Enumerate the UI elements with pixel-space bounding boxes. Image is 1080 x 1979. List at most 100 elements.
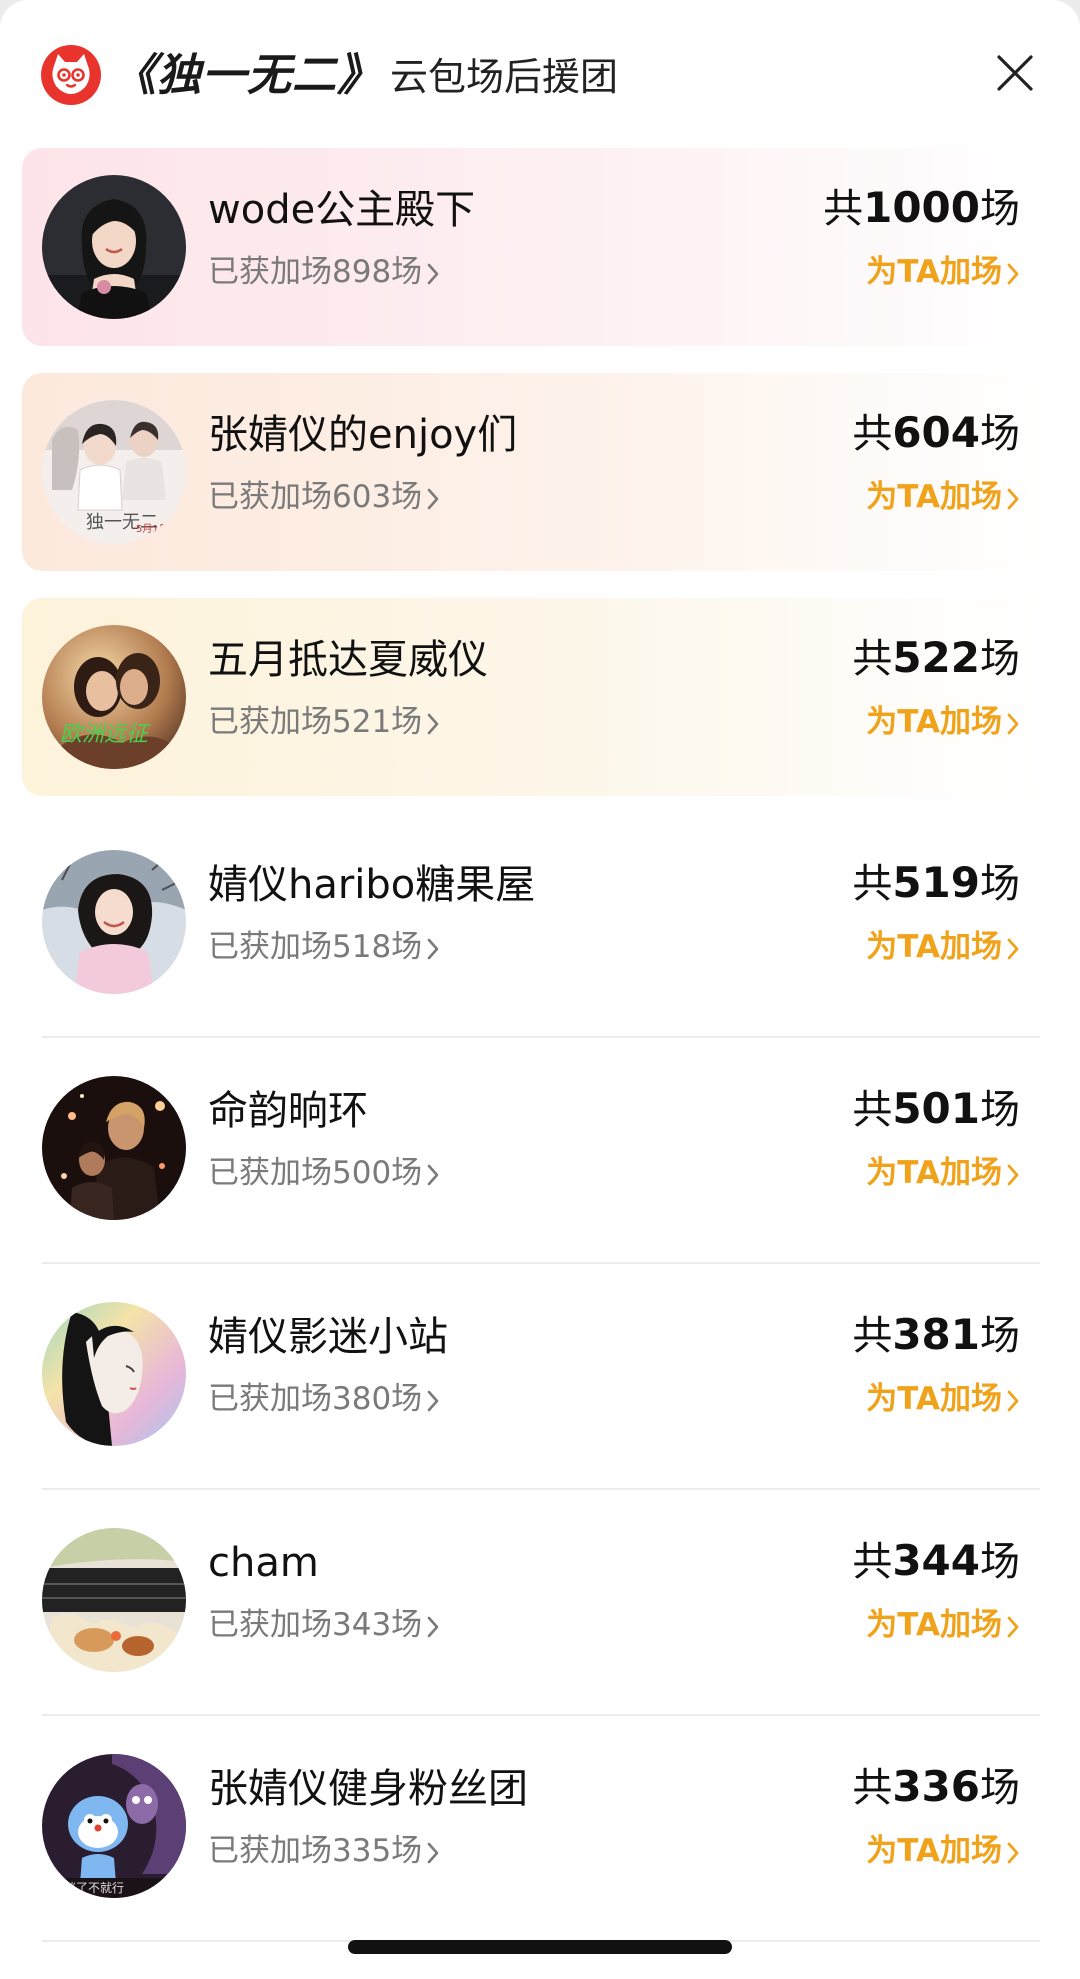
total-suffix: 场 bbox=[980, 1087, 1020, 1133]
list-item[interactable]: 欧洲远征 五月抵达夏威仪 已获加场521场 共522场 为TA加场 bbox=[22, 598, 1042, 796]
chevron-right-icon bbox=[1007, 263, 1019, 284]
gained-screenings-text: 已获加场343场 bbox=[208, 1607, 423, 1643]
gained-screenings-text: 已获加场380场 bbox=[208, 1381, 423, 1417]
total-suffix: 场 bbox=[980, 1539, 1020, 1585]
total-number: 1000 bbox=[863, 183, 980, 232]
list-item[interactable]: 命韵晌环 已获加场500场 共501场 为TA加场 bbox=[22, 1049, 1042, 1247]
chevron-right-icon bbox=[1007, 1616, 1019, 1637]
group-name: 张婧仪的enjoy们 bbox=[208, 412, 518, 458]
group-name: wode公主殿下 bbox=[208, 187, 476, 233]
avatar[interactable] bbox=[42, 850, 186, 994]
gained-screenings-text: 已获加场603场 bbox=[208, 479, 423, 515]
total-prefix: 共 bbox=[852, 636, 893, 682]
page-title: 《独一无二》 云包场后援团 bbox=[112, 48, 618, 104]
list-item[interactable]: cham 已获加场343场 共344场 为TA加场 bbox=[22, 1501, 1042, 1699]
chevron-right-icon bbox=[427, 1842, 439, 1863]
add-screening-button[interactable]: 为TA加场 bbox=[866, 1153, 1020, 1193]
add-screening-label: 为TA加场 bbox=[866, 1833, 1002, 1869]
total-screenings: 共501场 bbox=[852, 1083, 1020, 1136]
total-screenings: 共519场 bbox=[852, 857, 1020, 910]
avatar[interactable] bbox=[42, 1302, 186, 1446]
gained-screenings-link[interactable]: 已获加场521场 bbox=[208, 702, 440, 742]
chevron-right-icon bbox=[427, 713, 439, 734]
list-item[interactable]: …胖了不就行 张婧仪健身粉丝团 已获加场335场 共336场 为TA加场 bbox=[22, 1727, 1042, 1925]
total-prefix: 共 bbox=[852, 1313, 893, 1359]
chevron-right-icon bbox=[427, 263, 439, 284]
add-screening-label: 为TA加场 bbox=[866, 1381, 1002, 1417]
add-screening-button[interactable]: 为TA加场 bbox=[866, 1605, 1020, 1645]
add-screening-label: 为TA加场 bbox=[866, 929, 1002, 965]
add-screening-button[interactable]: 为TA加场 bbox=[866, 927, 1020, 967]
chevron-right-icon bbox=[1007, 1164, 1019, 1185]
gained-screenings-link[interactable]: 已获加场343场 bbox=[208, 1605, 440, 1645]
total-number: 336 bbox=[892, 1762, 980, 1811]
chevron-right-icon bbox=[427, 1390, 439, 1411]
avatar[interactable] bbox=[42, 1528, 186, 1672]
maoyan-cat-logo-icon bbox=[41, 45, 101, 105]
gained-screenings-link[interactable]: 已获加场898场 bbox=[208, 252, 440, 292]
avatar[interactable] bbox=[42, 175, 186, 319]
total-number: 604 bbox=[892, 408, 980, 457]
chevron-right-icon bbox=[1007, 1842, 1019, 1863]
add-screening-button[interactable]: 为TA加场 bbox=[866, 1831, 1020, 1871]
total-suffix: 场 bbox=[980, 186, 1020, 232]
group-name: 婧仪影迷小站 bbox=[208, 1314, 448, 1360]
gained-screenings-link[interactable]: 已获加场335场 bbox=[208, 1831, 440, 1871]
list-item[interactable]: 独一无二 5月1日 张婧仪的enjoy们 已获加场603场 共604场 为TA加… bbox=[22, 373, 1042, 571]
total-prefix: 共 bbox=[852, 411, 893, 457]
add-screening-button[interactable]: 为TA加场 bbox=[866, 477, 1020, 517]
gained-screenings-link[interactable]: 已获加场500场 bbox=[208, 1153, 440, 1193]
total-suffix: 场 bbox=[980, 861, 1020, 907]
row-divider bbox=[42, 1488, 1040, 1490]
total-prefix: 共 bbox=[823, 186, 864, 232]
bottom-sheet: 《独一无二》 云包场后援团 wode公主殿下 已获加场898场 共1000场 为… bbox=[0, 0, 1080, 1979]
total-suffix: 场 bbox=[980, 411, 1020, 457]
chevron-right-icon bbox=[427, 1164, 439, 1185]
sheet-header: 《独一无二》 云包场后援团 bbox=[0, 0, 1080, 150]
add-screening-label: 为TA加场 bbox=[866, 1607, 1002, 1643]
gained-screenings-text: 已获加场335场 bbox=[208, 1833, 423, 1869]
total-screenings: 共1000场 bbox=[823, 182, 1020, 235]
add-screening-button[interactable]: 为TA加场 bbox=[866, 252, 1020, 292]
avatar[interactable]: 欧洲远征 bbox=[42, 625, 186, 769]
total-prefix: 共 bbox=[852, 1087, 893, 1133]
group-name: 五月抵达夏威仪 bbox=[208, 637, 488, 683]
total-suffix: 场 bbox=[980, 636, 1020, 682]
row-divider bbox=[42, 1714, 1040, 1716]
row-divider bbox=[42, 1036, 1040, 1038]
add-screening-button[interactable]: 为TA加场 bbox=[866, 1379, 1020, 1419]
add-screening-label: 为TA加场 bbox=[866, 1155, 1002, 1191]
avatar[interactable] bbox=[42, 1076, 186, 1220]
svg-text:5月1日: 5月1日 bbox=[136, 523, 169, 535]
total-screenings: 共381场 bbox=[852, 1309, 1020, 1362]
avatar[interactable]: …胖了不就行 bbox=[42, 1754, 186, 1898]
gained-screenings-text: 已获加场518场 bbox=[208, 929, 423, 965]
gained-screenings-text: 已获加场500场 bbox=[208, 1155, 423, 1191]
gained-screenings-text: 已获加场521场 bbox=[208, 704, 423, 740]
gained-screenings-link[interactable]: 已获加场518场 bbox=[208, 927, 440, 967]
chevron-right-icon bbox=[1007, 938, 1019, 959]
total-screenings: 共336场 bbox=[852, 1761, 1020, 1814]
total-number: 522 bbox=[892, 633, 980, 682]
add-screening-label: 为TA加场 bbox=[866, 254, 1002, 290]
add-screening-label: 为TA加场 bbox=[866, 704, 1002, 740]
svg-text:欧洲远征: 欧洲远征 bbox=[60, 722, 151, 747]
close-icon[interactable] bbox=[990, 48, 1040, 98]
list-item[interactable]: 婧仪haribo糖果屋 已获加场518场 共519场 为TA加场 bbox=[22, 823, 1042, 1021]
avatar[interactable]: 独一无二 5月1日 bbox=[42, 400, 186, 544]
chevron-right-icon bbox=[1007, 1390, 1019, 1411]
total-number: 519 bbox=[892, 858, 980, 907]
svg-text:…胖了不就行: …胖了不就行 bbox=[52, 1881, 124, 1895]
list-item[interactable]: wode公主殿下 已获加场898场 共1000场 为TA加场 bbox=[22, 148, 1042, 346]
add-screening-button[interactable]: 为TA加场 bbox=[866, 702, 1020, 742]
gained-screenings-link[interactable]: 已获加场603场 bbox=[208, 477, 440, 517]
row-divider bbox=[42, 1262, 1040, 1264]
total-screenings: 共344场 bbox=[852, 1535, 1020, 1588]
page-subtitle: 云包场后援团 bbox=[390, 55, 619, 99]
list-item[interactable]: 婧仪影迷小站 已获加场380场 共381场 为TA加场 bbox=[22, 1275, 1042, 1473]
gained-screenings-link[interactable]: 已获加场380场 bbox=[208, 1379, 440, 1419]
home-indicator[interactable] bbox=[348, 1940, 732, 1954]
group-name: 婧仪haribo糖果屋 bbox=[208, 862, 536, 908]
chevron-right-icon bbox=[427, 1616, 439, 1637]
total-number: 344 bbox=[892, 1536, 980, 1585]
